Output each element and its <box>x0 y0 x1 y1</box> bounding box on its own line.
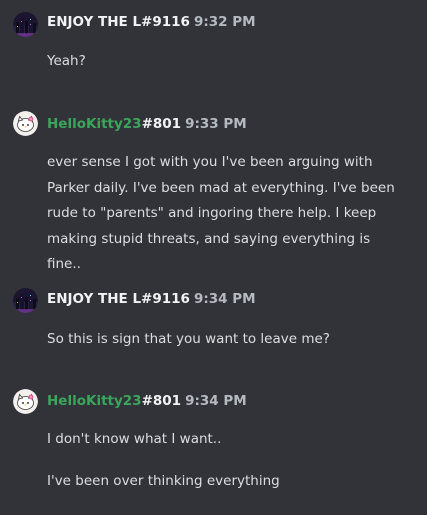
message-text: I don't know what I want.. <box>47 431 222 447</box>
message-header: ENJOY THE L#9116 9:32 PM <box>47 13 256 31</box>
user-discriminator: #9116 <box>141 291 190 307</box>
user-discriminator: #801 <box>141 393 182 409</box>
night-city-icon[interactable] <box>13 12 38 37</box>
timestamp: 9:34 PM <box>185 393 247 409</box>
timestamp: 9:34 PM <box>193 291 256 307</box>
timestamp: 9:32 PM <box>193 14 256 30</box>
timestamp: 9:33 PM <box>185 116 247 132</box>
hello-kitty-icon[interactable] <box>13 111 38 136</box>
username[interactable]: HelloKitty23 <box>47 116 142 132</box>
message-header: ENJOY THE L#9116 9:34 PM <box>47 290 256 308</box>
message-text: ever sense I got with you I've been argu… <box>47 154 395 272</box>
message-header: HelloKitty23#801 9:34 PM <box>47 392 247 410</box>
chat-message-list: ENJOY THE L#9116 9:32 PM Yeah? HelloKitty… <box>0 0 427 515</box>
username[interactable]: ENJOY THE L <box>47 291 141 307</box>
user-discriminator: #9116 <box>141 14 190 30</box>
message-text: I've been over thinking everything <box>47 473 280 489</box>
night-city-icon[interactable] <box>13 288 38 313</box>
message-header: HelloKitty23#801 9:33 PM <box>47 115 247 133</box>
message-text: Yeah? <box>47 53 86 69</box>
username[interactable]: HelloKitty23 <box>47 393 142 409</box>
message-text: So this is sign that you want to leave m… <box>47 331 330 347</box>
hello-kitty-icon[interactable] <box>13 389 38 414</box>
user-discriminator: #801 <box>141 116 182 132</box>
username[interactable]: ENJOY THE L <box>47 14 141 30</box>
